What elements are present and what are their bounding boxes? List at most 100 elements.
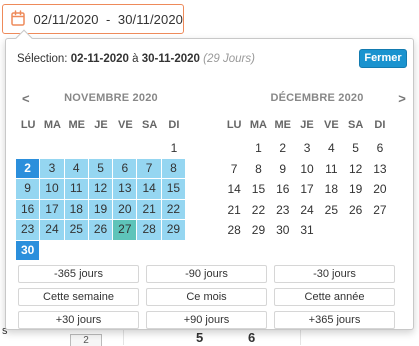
- day-cell[interactable]: 7: [222, 159, 246, 180]
- day-cell[interactable]: 2: [271, 138, 295, 159]
- day-cell[interactable]: 20: [113, 199, 138, 220]
- weekday-label: JE: [94, 119, 108, 131]
- preset-minus-365-button[interactable]: -365 jours: [18, 265, 139, 283]
- day-cell[interactable]: 15: [161, 179, 187, 200]
- day-cell[interactable]: 24: [40, 220, 65, 241]
- day-cell[interactable]: 5: [88, 158, 114, 179]
- weekday-label: JE: [300, 119, 314, 131]
- day-cell[interactable]: 22: [161, 199, 187, 220]
- month-november: < NOVEMBRE 2020 LU MA ME JE VE SA DI 123…: [16, 91, 206, 261]
- day-cell[interactable]: 18: [64, 199, 89, 220]
- preset-plus-365-button[interactable]: +365 jours: [274, 311, 395, 329]
- weekday-label: ME: [68, 119, 85, 131]
- date-range-trigger[interactable]: 02/11/2020 - 30/11/2020: [2, 4, 184, 34]
- day-cell[interactable]: 8: [161, 158, 187, 179]
- day-cell[interactable]: 22: [246, 200, 270, 221]
- day-cell[interactable]: 11: [64, 179, 89, 200]
- month-title: NOVEMBRE 2020: [64, 92, 158, 104]
- day-cell[interactable]: 14: [137, 179, 162, 200]
- day-cell[interactable]: 4: [319, 138, 343, 159]
- day-cell[interactable]: 25: [64, 220, 89, 241]
- month-header: < NOVEMBRE 2020: [16, 91, 206, 108]
- day-cell[interactable]: 2: [16, 158, 41, 179]
- day-cell[interactable]: 24: [295, 200, 319, 221]
- day-cell[interactable]: 9: [16, 179, 41, 200]
- day-cell[interactable]: 14: [222, 179, 246, 200]
- day-cell[interactable]: 10: [40, 179, 65, 200]
- selection-label: Sélection:: [17, 53, 68, 65]
- day-cell[interactable]: 13: [113, 179, 138, 200]
- day-cell[interactable]: 31: [295, 220, 319, 241]
- day-cell[interactable]: 19: [88, 199, 114, 220]
- day-cell[interactable]: 23: [16, 220, 41, 241]
- day-cell[interactable]: 26: [343, 200, 367, 221]
- preset-this-year-button[interactable]: Cette année: [274, 288, 395, 306]
- next-month-button[interactable]: >: [398, 91, 406, 106]
- day-cell[interactable]: 9: [271, 159, 295, 180]
- day-grid: 1 2 3 4 5 6 7 8 9 10 11 12 13 14 15 16 17 18 19 20 21 22 23 24 2…: [16, 138, 206, 261]
- day-cell[interactable]: 15: [246, 179, 270, 200]
- day-cell[interactable]: 26: [88, 220, 114, 241]
- day-cell[interactable]: 6: [113, 158, 138, 179]
- day-cell[interactable]: 3: [295, 138, 319, 159]
- prev-month-button[interactable]: <: [22, 91, 30, 106]
- selection-days: (29 Jours): [203, 53, 255, 65]
- preset-minus-90-button[interactable]: -90 jours: [146, 265, 267, 283]
- day-cell[interactable]: 1: [162, 138, 186, 159]
- day-cell[interactable]: 5: [343, 138, 367, 159]
- preset-buttons: -365 jours -90 jours -30 jours Cette sem…: [18, 265, 403, 329]
- day-cell[interactable]: 12: [88, 179, 114, 200]
- calendar-icon: [11, 10, 26, 28]
- day-cell[interactable]: 30: [271, 220, 295, 241]
- day-cell[interactable]: 1: [246, 138, 270, 159]
- day-cell[interactable]: 20: [368, 179, 392, 200]
- day-cell[interactable]: 3: [40, 158, 65, 179]
- selection-end: 30-11-2020: [141, 53, 200, 65]
- day-cell[interactable]: 13: [368, 159, 392, 180]
- background-value: 5: [196, 330, 204, 345]
- preset-minus-30-button[interactable]: -30 jours: [274, 265, 395, 283]
- day-cell[interactable]: 6: [368, 138, 392, 159]
- day-cell[interactable]: 18: [319, 179, 343, 200]
- day-cell[interactable]: 28: [222, 220, 246, 241]
- month-header: DÉCEMBRE 2020 >: [222, 91, 412, 108]
- empty-day-cell: [16, 138, 40, 159]
- day-cell[interactable]: 11: [319, 159, 343, 180]
- weekday-label: LU: [20, 119, 36, 131]
- preset-plus-30-button[interactable]: +30 jours: [18, 311, 139, 329]
- day-cell[interactable]: 17: [40, 199, 65, 220]
- preset-this-month-button[interactable]: Ce mois: [146, 288, 267, 306]
- weekday-label: ME: [274, 119, 291, 131]
- day-cell[interactable]: 27: [368, 200, 392, 221]
- day-cell[interactable]: 16: [16, 199, 41, 220]
- day-cell[interactable]: 25: [319, 200, 343, 221]
- day-cell[interactable]: 8: [246, 159, 270, 180]
- close-button[interactable]: Fermer: [359, 49, 407, 68]
- date-range-popup: Sélection: 02-11-2020 à 30-11-2020 (29 J…: [5, 29, 414, 330]
- day-cell[interactable]: 10: [295, 159, 319, 180]
- weekday-row: LU MA ME JE VE SA DI: [16, 119, 206, 133]
- weekday-label: VE: [323, 119, 339, 131]
- preset-this-week-button[interactable]: Cette semaine: [18, 288, 139, 306]
- selection-to: à: [132, 53, 139, 65]
- day-cell[interactable]: 7: [137, 158, 162, 179]
- day-cell[interactable]: 27: [113, 220, 138, 241]
- day-cell[interactable]: 12: [343, 159, 367, 180]
- day-cell[interactable]: 17: [295, 179, 319, 200]
- day-cell[interactable]: 21: [137, 199, 162, 220]
- day-cell[interactable]: 29: [161, 220, 187, 241]
- weekday-label: LU: [226, 119, 242, 131]
- day-cell[interactable]: 16: [271, 179, 295, 200]
- background-field[interactable]: 2: [70, 334, 102, 346]
- day-cell[interactable]: 29: [246, 220, 270, 241]
- background-value: 6: [248, 330, 256, 345]
- day-cell[interactable]: 4: [64, 158, 89, 179]
- day-cell[interactable]: 19: [343, 179, 367, 200]
- weekday-label: MA: [249, 119, 267, 131]
- day-cell[interactable]: 28: [137, 220, 162, 241]
- preset-plus-90-button[interactable]: +90 jours: [146, 311, 267, 329]
- day-cell[interactable]: 30: [16, 240, 41, 261]
- month-title: DÉCEMBRE 2020: [270, 92, 364, 104]
- day-cell[interactable]: 21: [222, 200, 246, 221]
- day-cell[interactable]: 23: [271, 200, 295, 221]
